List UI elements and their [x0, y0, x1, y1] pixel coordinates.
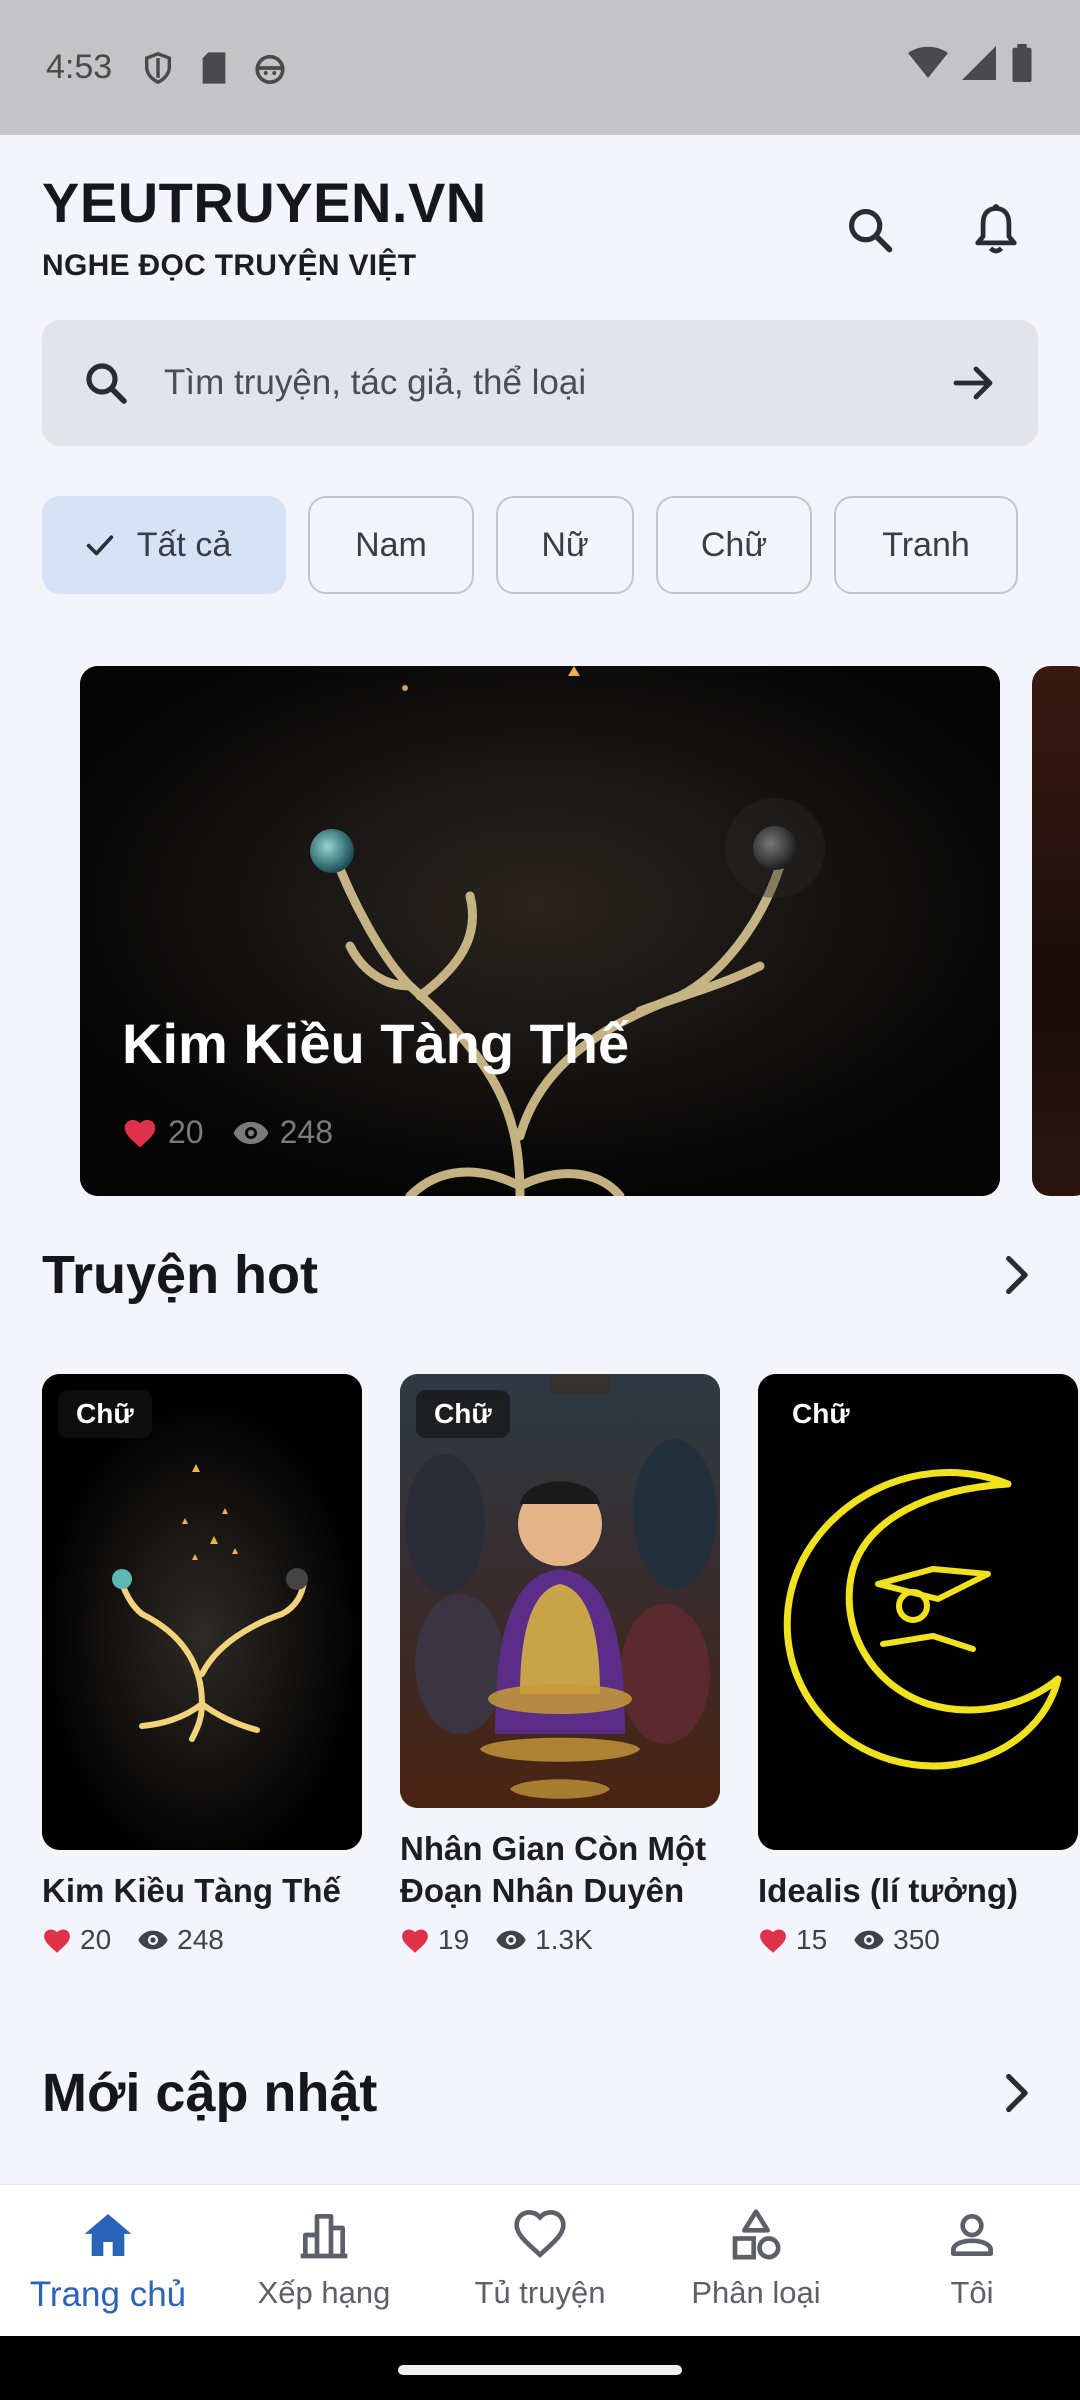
nav-library[interactable]: Tủ truyện: [432, 2185, 648, 2336]
search-icon: [848, 208, 893, 253]
sd-card-icon: [194, 48, 234, 88]
like-count: 19: [438, 1924, 470, 1955]
like-count: 15: [796, 1924, 828, 1955]
android-head-icon: [250, 48, 290, 88]
bell-icon: [975, 204, 1017, 254]
filter-chips: Tất cả Nam Nữ Chữ Tranh: [42, 496, 1018, 594]
banner-title: Kim Kiều Tàng Thế: [122, 1012, 630, 1075]
story-stats: 19 1.3K: [400, 1924, 720, 1956]
format-tag: Chữ: [58, 1390, 152, 1438]
story-card[interactable]: Chữ Kim Kiều Tàng Thế 20 248: [42, 1374, 362, 1956]
story-cover: Chữ: [400, 1374, 720, 1808]
story-cover: Chữ: [42, 1374, 362, 1850]
story-card[interactable]: Chữ Nhân Gian Còn Một Đoạn Nhân Duyên 19…: [400, 1374, 720, 1956]
chip-label: Tranh: [882, 525, 970, 564]
hot-section-header[interactable]: Truyện hot: [42, 1244, 1038, 1306]
section-title: Mới cập nhật: [42, 2063, 378, 2123]
wifi-icon: [908, 46, 948, 89]
next-banner-peek[interactable]: [1032, 666, 1080, 1196]
eye-icon: [854, 1930, 884, 1950]
chip-label: Nữ: [541, 525, 589, 564]
cover-art: [400, 1374, 720, 1808]
nav-ranking[interactable]: Xếp hạng: [216, 2185, 432, 2336]
home-icon: [84, 2214, 132, 2256]
chip-label: Tất cả: [136, 525, 232, 564]
bottom-navigation: Trang chủ Xếp hạng Tủ truyện Phân loại T…: [0, 2184, 1080, 2336]
nav-label: Tủ truyện: [474, 2275, 606, 2310]
eye-icon: [496, 1930, 526, 1950]
nav-label: Tôi: [950, 2275, 994, 2310]
hot-stories-list: Chữ Kim Kiều Tàng Thế 20 248 Chữ Nhân Gi…: [42, 1374, 1078, 1956]
updated-section-header[interactable]: Mới cập nhật: [42, 2062, 1038, 2124]
filter-chip-text[interactable]: Chữ: [656, 496, 812, 594]
banner-likes: 20: [168, 1114, 204, 1150]
notifications-button[interactable]: [956, 190, 1036, 270]
story-title: Kim Kiều Tàng Thế: [42, 1872, 341, 1909]
eye-icon: [233, 1121, 269, 1144]
chevron-right-icon[interactable]: [994, 2071, 1038, 2115]
section-title: Truyện hot: [42, 1245, 319, 1305]
eye-icon: [138, 1930, 168, 1950]
search-bar[interactable]: [42, 320, 1038, 446]
brand-logo-text: YEUTRUYEN.VN: [42, 171, 487, 234]
heart-icon: [124, 1119, 156, 1148]
format-tag: Chữ: [792, 1398, 850, 1429]
filter-chip-all[interactable]: Tất cả: [42, 496, 286, 594]
chevron-right-icon[interactable]: [994, 1253, 1038, 1297]
heart-icon: [44, 1928, 70, 1953]
story-title: Nhân Gian Còn Một Đoạn Nhân Duyên: [400, 1830, 707, 1909]
filter-chip-male[interactable]: Nam: [308, 496, 474, 594]
format-tag: Chữ: [416, 1390, 510, 1438]
search-button[interactable]: [830, 190, 910, 270]
heart-icon: [760, 1928, 786, 1953]
home-gesture-handle[interactable]: [398, 2365, 682, 2375]
app-header: YEUTRUYEN.VN NGHE ĐỌC TRUYỆN VIỆT: [42, 170, 487, 283]
signal-icon: [962, 46, 996, 89]
story-title: Idealis (lí tưởng): [758, 1872, 1019, 1909]
banner-stats: 20 248: [122, 1114, 361, 1151]
brand-tagline: NGHE ĐỌC TRUYỆN VIỆT: [42, 249, 417, 282]
story-cover: Chữ: [758, 1374, 1078, 1850]
story-stats: 20 248: [42, 1924, 362, 1956]
status-time: 4:53: [46, 48, 113, 86]
status-bar: 4:53: [0, 0, 1080, 135]
nav-label: Phân loại: [691, 2275, 821, 2310]
search-icon: [86, 363, 127, 404]
heart-icon: [402, 1928, 428, 1953]
story-card[interactable]: Chữ Idealis (lí tưởng) 15 350: [758, 1374, 1078, 1956]
category-icon: [732, 2209, 781, 2260]
person-icon: [951, 2214, 993, 2256]
filter-chip-female[interactable]: Nữ: [496, 496, 634, 594]
cover-art: [758, 1374, 1078, 1850]
arrow-right-icon[interactable]: [950, 359, 998, 407]
nav-category[interactable]: Phân loại: [648, 2185, 864, 2336]
ranking-icon: [300, 2214, 348, 2259]
nav-label: Xếp hạng: [257, 2275, 391, 2310]
search-input[interactable]: [164, 363, 950, 403]
chip-label: Nam: [355, 525, 427, 564]
cover-art: [42, 1374, 362, 1850]
check-icon: [86, 535, 113, 556]
featured-banner[interactable]: Kim Kiều Tàng Thế 20 248: [80, 666, 1000, 1196]
view-count: 248: [177, 1924, 224, 1955]
view-count: 350: [893, 1924, 940, 1955]
like-count: 20: [80, 1924, 112, 1955]
battery-icon: [1010, 44, 1034, 91]
nav-home[interactable]: Trang chủ: [0, 2185, 216, 2336]
filter-chip-comic[interactable]: Tranh: [834, 496, 1018, 594]
shield-icon: [138, 48, 178, 88]
nav-profile[interactable]: Tôi: [864, 2185, 1080, 2336]
nav-label: Trang chủ: [29, 2275, 187, 2314]
heart-icon: [514, 2210, 566, 2259]
story-stats: 15 350: [758, 1924, 1078, 1956]
chip-label: Chữ: [700, 525, 768, 564]
banner-views: 248: [279, 1114, 333, 1150]
view-count: 1.3K: [535, 1924, 593, 1955]
